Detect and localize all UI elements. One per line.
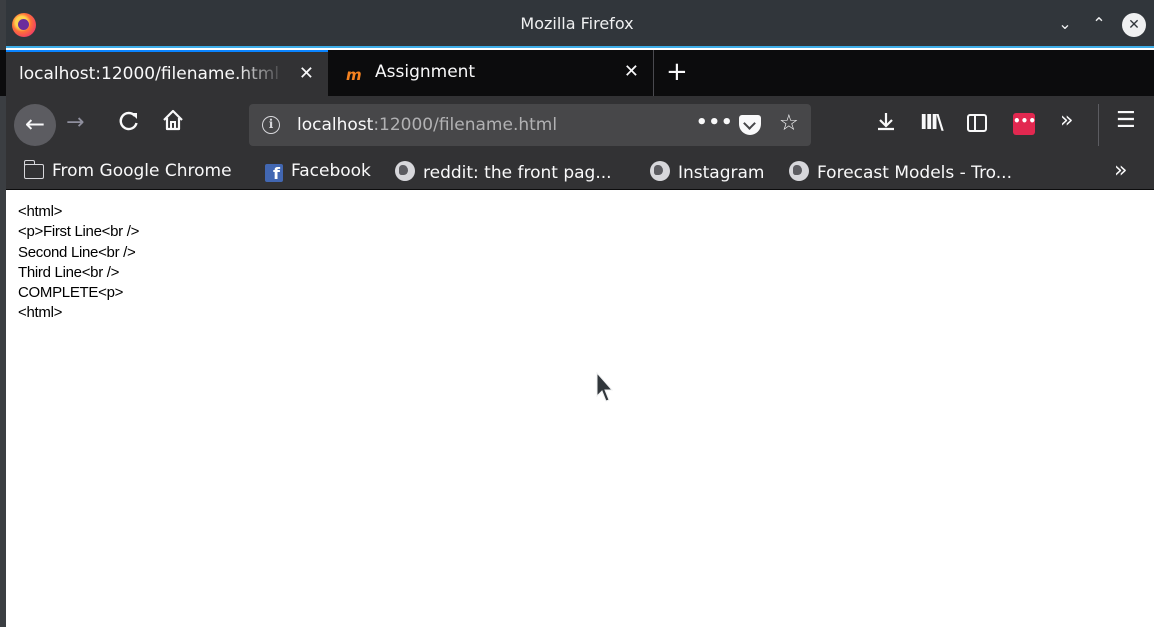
bookmarks-overflow-button[interactable]: »	[1114, 158, 1127, 183]
new-tab-button[interactable]: +	[666, 58, 688, 86]
tab-close-icon[interactable]: ✕	[624, 61, 639, 82]
tab-label: localhost:12000/filename.html	[19, 64, 280, 84]
bookmark-facebook[interactable]: f Facebook	[265, 161, 371, 183]
home-icon	[163, 109, 183, 131]
folder-icon	[23, 160, 44, 179]
window-title-bar: Mozilla Firefox ⌄ ⌃ ✕	[0, 0, 1154, 48]
downloads-button[interactable]	[875, 110, 897, 137]
moodle-favicon-icon: m	[346, 66, 362, 84]
page-line: Third Line<br />	[18, 263, 120, 281]
reload-button[interactable]	[118, 110, 140, 137]
bookmark-label: reddit: the front pag...	[423, 163, 612, 183]
bookmark-star-icon[interactable]: ☆	[779, 111, 799, 136]
library-button[interactable]: III\	[920, 110, 944, 134]
page-actions-icon[interactable]: •••	[696, 112, 734, 133]
minimize-button[interactable]: ⌄	[1054, 14, 1076, 34]
home-button[interactable]	[161, 108, 185, 138]
forward-button[interactable]: →	[66, 110, 84, 135]
close-window-button[interactable]: ✕	[1122, 13, 1146, 37]
page-content: <html> <p>First Line<br /> Second Line<b…	[6, 191, 1154, 627]
sidebar-toggle-icon[interactable]	[967, 114, 987, 132]
bookmark-instagram[interactable]: Instagram	[650, 161, 765, 183]
bookmark-label: Instagram	[678, 163, 765, 183]
globe-icon	[395, 161, 415, 181]
hamburger-menu-button[interactable]: ☰	[1116, 108, 1136, 133]
window-title: Mozilla Firefox	[520, 14, 634, 33]
page-line: <html>	[18, 304, 63, 322]
facebook-icon: f	[265, 164, 283, 183]
bookmarks-toolbar: From Google Chrome f Facebook reddit: the…	[6, 154, 1154, 190]
bookmark-label: Facebook	[291, 161, 371, 181]
bookmark-label: From Google Chrome	[52, 161, 232, 181]
reload-icon	[119, 111, 138, 131]
url-bar[interactable]: i localhost:12000/filename.html ••• ☆	[249, 104, 811, 146]
overflow-menu-button[interactable]: »	[1060, 108, 1073, 133]
globe-icon	[789, 161, 809, 181]
tab-strip: localhost:12000/filename.html ✕ m Assign…	[0, 50, 1154, 96]
back-button[interactable]: ←	[14, 104, 56, 146]
page-line: <p>First Line<br />	[18, 223, 140, 241]
bookmark-reddit[interactable]: reddit: the front pag...	[395, 161, 612, 183]
download-icon	[878, 113, 894, 131]
maximize-button[interactable]: ⌃	[1088, 14, 1110, 34]
toolbar-separator	[1098, 104, 1099, 146]
navigation-toolbar: ← → i localhost:12000/filename.html ••• …	[6, 96, 1154, 154]
url-path: :12000/filename.html	[373, 115, 558, 135]
page-text: <html> <p>First Line<br /> Second Line<b…	[18, 202, 139, 324]
bookmark-from-google-chrome[interactable]: From Google Chrome	[23, 160, 232, 181]
globe-icon	[650, 161, 670, 181]
page-line: Second Line<br />	[18, 243, 136, 261]
page-line: <html>	[18, 203, 63, 220]
tab-filename-html[interactable]: localhost:12000/filename.html ✕	[6, 50, 328, 96]
pocket-icon[interactable]	[739, 115, 761, 135]
extension-icon[interactable]: •••	[1013, 113, 1036, 135]
bookmark-label: Forecast Models - Tro...	[817, 163, 1012, 183]
site-info-icon[interactable]: i	[262, 116, 280, 134]
tab-assignment[interactable]: m Assignment ✕	[328, 50, 654, 96]
tab-label: Assignment	[375, 62, 476, 82]
tab-close-icon[interactable]: ✕	[299, 63, 314, 84]
page-line: COMPLETE<p>	[18, 284, 124, 302]
url-input[interactable]: localhost:12000/filename.html	[297, 115, 557, 135]
bookmark-forecast-models[interactable]: Forecast Models - Tro...	[789, 161, 1012, 183]
url-host: localhost	[297, 115, 374, 135]
